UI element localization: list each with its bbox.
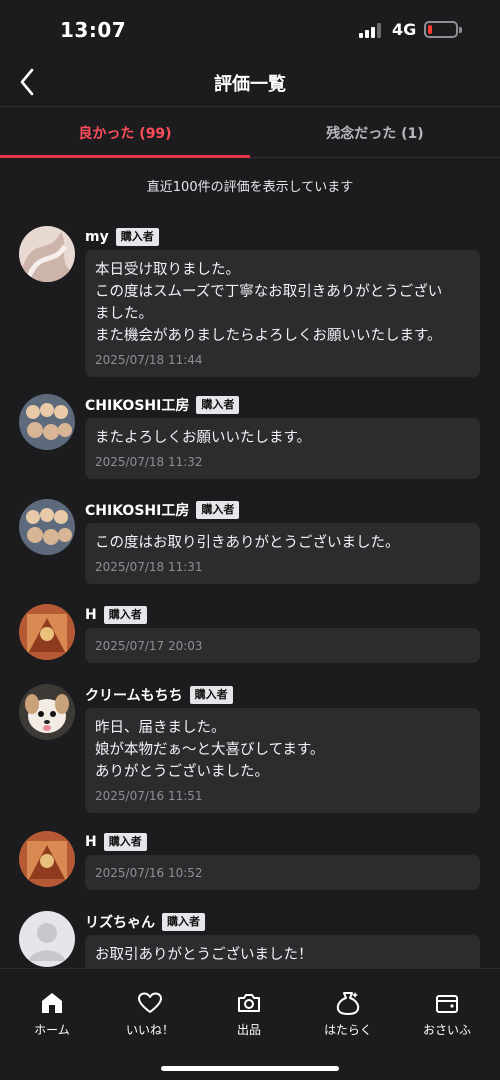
buyer-badge: 購入者 <box>115 228 159 246</box>
buyer-badge: 購入者 <box>196 501 240 519</box>
review-timestamp: 2025/07/16 11:51 <box>95 789 203 803</box>
bottom-nav: ホーム いいね！ 出品 はたらく おさいふ <box>0 968 500 1080</box>
avatar[interactable] <box>19 394 75 450</box>
heart-icon <box>138 992 162 1013</box>
reviewer-name[interactable]: リズちゃん <box>85 912 155 932</box>
camera-icon <box>238 994 260 1012</box>
nav-wallet[interactable]: おさいふ <box>397 989 497 1038</box>
review-comment: お取引ありがとうございました！ <box>95 947 313 963</box>
review-bubble: 2025/07/17 20:03 <box>85 628 480 663</box>
avatar[interactable] <box>19 226 75 282</box>
nav-sell-label: 出品 <box>236 1023 261 1037</box>
buyer-badge: 購入者 <box>103 606 147 624</box>
avatar[interactable] <box>19 499 75 555</box>
review-timestamp: 2025/07/17 20:03 <box>95 639 203 653</box>
buyer-badge: 購入者 <box>196 396 240 414</box>
review-meta: CHIKOSHI工房 購入者 <box>85 394 240 416</box>
review-meta: H 購入者 <box>85 831 147 853</box>
review-bubble: 2025/07/16 10:52 <box>85 855 480 890</box>
nav-home[interactable]: ホーム <box>2 989 102 1038</box>
review-bubble: この度はお取り引きありがとうございました。 2025/07/18 11:31 <box>85 523 480 584</box>
nav-likes[interactable]: いいね！ <box>100 989 200 1038</box>
active-tab-indicator <box>0 155 250 158</box>
review-comment: 本日受け取りました。 この度はスムーズで丁寧なお取引きありがとうござい ました。… <box>95 262 443 344</box>
nav-wallet-label: おさいふ <box>422 1023 471 1037</box>
nav-sell[interactable]: 出品 <box>199 989 299 1038</box>
review-comment: この度はお取り引きありがとうございました。 <box>95 535 400 551</box>
network-type: 4G <box>392 20 417 39</box>
home-icon <box>42 993 62 1013</box>
reviewer-name[interactable]: クリームもちち <box>85 685 183 705</box>
review-bubble: またよろしくお願いいたします。 2025/07/18 11:32 <box>85 418 480 479</box>
page-title: 評価一覧 <box>214 74 286 95</box>
buyer-badge: 購入者 <box>103 833 147 851</box>
review-comment: 昨日、届きました。 娘が本物だぁ〜と大喜びしてます。 ありがとうございました。 <box>95 720 325 780</box>
reviewer-name[interactable]: CHIKOSHI工房 <box>85 500 189 520</box>
avatar[interactable] <box>19 684 75 740</box>
buyer-badge: 購入者 <box>162 913 205 931</box>
nav-home-label: ホーム <box>34 1023 70 1037</box>
review-meta: my 購入者 <box>85 226 159 248</box>
status-time: 13:07 <box>60 18 127 42</box>
review-timestamp: 2025/07/18 11:32 <box>95 455 203 469</box>
buyer-badge: 購入者 <box>189 686 233 704</box>
review-meta: クリームもちち 購入者 <box>85 684 233 706</box>
status-bar: 13:07 4G <box>0 0 500 60</box>
review-bubble: 昨日、届きました。 娘が本物だぁ〜と大喜びしてます。 ありがとうございました。 … <box>85 708 480 813</box>
nav-work-label: はたらく <box>324 1023 372 1037</box>
review-meta: リズちゃん 購入者 <box>85 911 205 933</box>
review-timestamp: 2025/07/18 11:44 <box>95 353 203 367</box>
avatar[interactable] <box>19 604 75 660</box>
signal-icon <box>359 22 383 38</box>
review-meta: H 購入者 <box>85 604 147 626</box>
reviewer-name[interactable]: my <box>85 229 109 245</box>
reviewer-name[interactable]: CHIKOSHI工房 <box>85 395 189 415</box>
nav-work[interactable]: はたらく <box>298 989 398 1038</box>
home-indicator <box>161 1066 339 1071</box>
review-meta: CHIKOSHI工房 購入者 <box>85 499 240 521</box>
battery-icon <box>424 21 462 38</box>
review-bubble: 本日受け取りました。 この度はスムーズで丁寧なお取引きありがとうござい ました。… <box>85 250 480 377</box>
review-comment: またよろしくお願いいたします。 <box>95 430 312 446</box>
tab-good[interactable]: 良かった (99) <box>0 107 250 159</box>
header: 評価一覧 <box>0 60 500 106</box>
avatar[interactable] <box>19 911 75 967</box>
reviewer-name[interactable]: H <box>85 834 97 850</box>
review-timestamp: 2025/07/16 10:52 <box>95 866 203 880</box>
money-bag-icon <box>336 992 360 1015</box>
battery-level <box>428 25 432 34</box>
reviewer-name[interactable]: H <box>85 607 97 623</box>
tab-bad[interactable]: 残念だった (1) <box>250 107 500 159</box>
wallet-icon <box>436 995 458 1013</box>
nav-likes-label: いいね！ <box>125 1023 174 1037</box>
review-timestamp: 2025/07/18 11:31 <box>95 560 203 574</box>
rating-tabs: 良かった (99) 残念だった (1) <box>0 106 500 158</box>
review-count-notice: 直近100件の評価を表示しています <box>146 180 354 195</box>
avatar[interactable] <box>19 831 75 887</box>
